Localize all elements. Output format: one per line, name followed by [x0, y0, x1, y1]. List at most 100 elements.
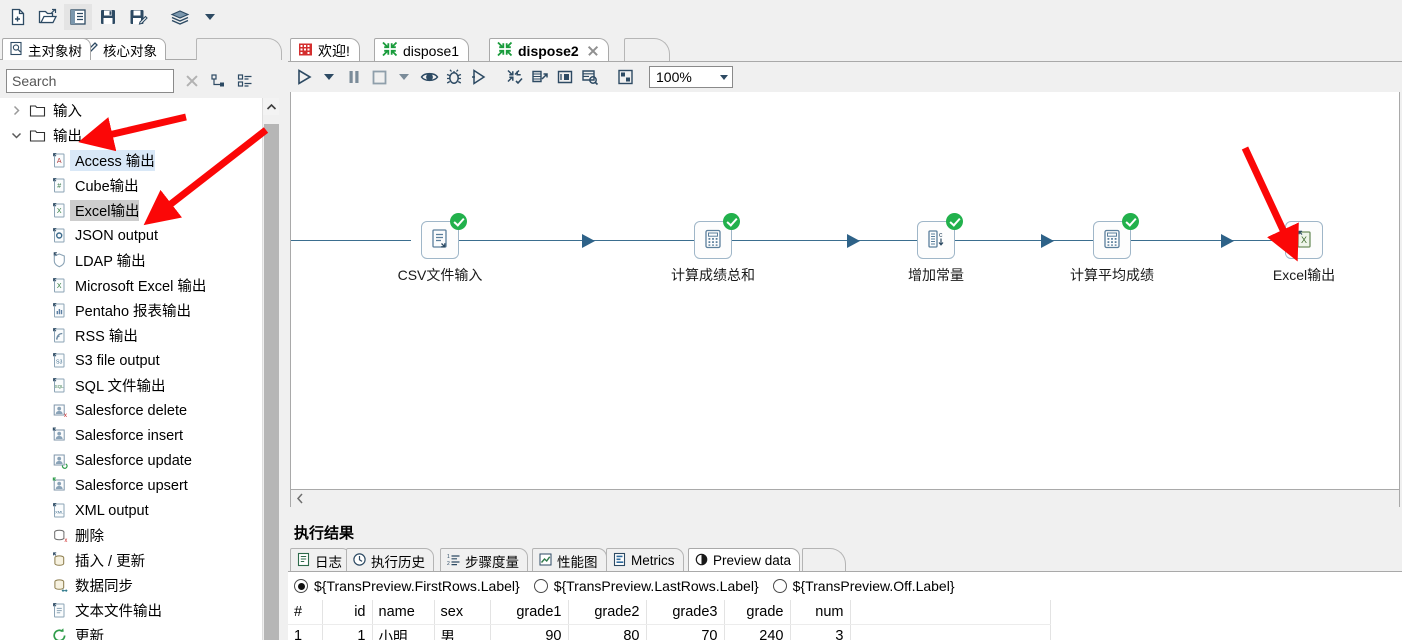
step-node-excel-output[interactable]: X Excel输出 — [1273, 221, 1335, 283]
tree-item-12[interactable]: x Salesforce delete — [0, 398, 262, 423]
step-icon-box[interactable] — [1093, 213, 1139, 259]
preview-data-grid[interactable]: # id name sex grade1 grade2 grade3 grade num 1 1 小明… — [288, 600, 1402, 640]
pause-button[interactable] — [342, 65, 366, 89]
tab-core-objects[interactable]: 核心对象 — [78, 38, 166, 60]
tree-item-20[interactable]: 文本文件输出 — [0, 598, 262, 623]
run-options-button[interactable] — [317, 65, 341, 89]
radio-1[interactable]: ${TransPreview.LastRows.Label} — [533, 578, 759, 594]
expand-tree-icon[interactable] — [206, 69, 232, 93]
column-header-grade[interactable]: grade — [724, 600, 791, 625]
step-node-average-grade[interactable]: 计算平均成绩 — [1070, 213, 1154, 283]
results-tab-4[interactable]: Metrics — [606, 548, 684, 572]
table-row[interactable]: 1 1 小明男 90 80 70 240 3 — [288, 624, 1051, 640]
tree-item-5[interactable]: JSON output — [0, 223, 262, 248]
tab-main-object-tree[interactable]: 主对象树 — [2, 38, 91, 60]
step-icon-box[interactable] — [694, 213, 740, 259]
table-cell[interactable]: 240 — [724, 624, 791, 640]
open-file-button[interactable] — [34, 4, 62, 30]
radio-button-icon[interactable] — [772, 579, 787, 593]
run-button[interactable] — [292, 65, 316, 89]
radio-2[interactable]: ${TransPreview.Off.Label} — [772, 578, 955, 594]
layers-button[interactable] — [166, 4, 194, 30]
column-header-grade1[interactable]: grade1 — [490, 600, 569, 625]
tree-item-18[interactable]: 插入 / 更新 — [0, 548, 262, 573]
collapse-tree-icon[interactable] — [232, 69, 258, 93]
explorer-button[interactable] — [64, 4, 92, 30]
tab-dispose2[interactable]: dispose2 — [489, 38, 609, 62]
radio-button-icon[interactable] — [533, 579, 548, 593]
close-icon[interactable] — [587, 45, 599, 57]
impact-icon[interactable] — [528, 65, 552, 89]
radio-button-icon[interactable] — [294, 579, 308, 593]
clear-x-icon[interactable] — [178, 69, 206, 93]
sql-icon[interactable] — [553, 65, 577, 89]
tree-item-7[interactable]: X Microsoft Excel 输出 — [0, 273, 262, 298]
column-header-#[interactable]: # — [288, 600, 323, 625]
tree-item-21[interactable]: 更新 — [0, 623, 262, 640]
column-header-num[interactable]: num — [790, 600, 851, 625]
new-file-button[interactable] — [4, 4, 32, 30]
column-header-sex[interactable]: sex — [434, 600, 491, 625]
results-tab-3[interactable]: 性能图 — [532, 548, 607, 572]
canvas-horizontal-scrollbar[interactable] — [290, 490, 1400, 507]
step-icon-box[interactable]: X — [1285, 221, 1323, 259]
tree-item-2[interactable]: A Access 输出 — [0, 148, 262, 173]
stop-options-button[interactable] — [392, 65, 416, 89]
save-as-button[interactable] — [124, 4, 152, 30]
step-icon-box[interactable] — [421, 213, 467, 259]
column-header-id[interactable]: id — [322, 600, 373, 625]
chevron-up-icon[interactable] — [263, 98, 280, 115]
chevron-left-icon[interactable] — [291, 490, 308, 507]
column-header-grade3[interactable]: grade3 — [646, 600, 725, 625]
results-tab-1[interactable]: 执行历史 — [346, 548, 434, 572]
results-tab-2[interactable]: 1 2 步骤度量 — [440, 548, 528, 572]
search-doc-icon[interactable] — [578, 65, 602, 89]
tree-item-1[interactable]: 输出 — [0, 123, 262, 148]
tree-item-15[interactable]: Salesforce upsert — [0, 473, 262, 498]
step-node-csv-input[interactable]: CSV文件输入 — [398, 213, 482, 283]
tree-item-17[interactable]: x 删除 — [0, 523, 262, 548]
step-node-sum-grades[interactable]: 计算成绩总和 — [671, 213, 755, 283]
tree-item-16[interactable]: XML XML output — [0, 498, 262, 523]
radio-0[interactable]: ${TransPreview.FirstRows.Label} — [294, 578, 520, 594]
tree-item-8[interactable]: Pentaho 报表输出 — [0, 298, 262, 323]
grid-squares-icon[interactable] — [614, 65, 638, 89]
tree-item-13[interactable]: Salesforce insert — [0, 423, 262, 448]
tree-item-9[interactable]: RSS 输出 — [0, 323, 262, 348]
toolbar-dropdown-button[interactable] — [196, 4, 224, 30]
chevron-right-icon[interactable] — [6, 98, 26, 123]
table-cell[interactable]: 90 — [490, 624, 569, 640]
tab-welcome[interactable]: 欢迎! — [290, 38, 360, 62]
debug-button[interactable] — [442, 65, 466, 89]
tree-item-6[interactable]: LDAP 输出 — [0, 248, 262, 273]
replay-button[interactable] — [467, 65, 491, 89]
scrollbar-thumb[interactable] — [264, 124, 279, 640]
search-input[interactable] — [6, 69, 174, 93]
step-node-add-constant[interactable]: c 增加常量 — [908, 213, 964, 283]
column-header-grade2[interactable]: grade2 — [568, 600, 647, 625]
table-cell[interactable]: 70 — [646, 624, 725, 640]
results-tab-0[interactable]: 日志 — [290, 548, 351, 572]
table-cell[interactable]: 1 — [288, 624, 323, 640]
zoom-select[interactable]: 100% — [649, 66, 733, 88]
tree-item-4[interactable]: X Excel输出 — [0, 198, 262, 223]
results-tab-5[interactable]: Preview data — [688, 548, 801, 572]
check-transform-icon[interactable] — [503, 65, 527, 89]
table-cell[interactable]: 80 — [568, 624, 647, 640]
tree-item-19[interactable]: 数据同步 — [0, 573, 262, 598]
tree-item-3[interactable]: # Cube输出 — [0, 173, 262, 198]
tree-item-0[interactable]: 输入 — [0, 98, 262, 123]
preview-table[interactable]: # id name sex grade1 grade2 grade3 grade num 1 1 小明… — [288, 600, 1051, 640]
column-header-name[interactable]: name — [372, 600, 435, 625]
stop-button[interactable] — [367, 65, 391, 89]
steps-tree[interactable]: 输入 输出 A Access 输出 # Cube输出 X Excel输出 JSON output… — [0, 98, 288, 640]
tree-item-14[interactable]: Salesforce update — [0, 448, 262, 473]
transformation-canvas[interactable]: CSV文件输入 计算成绩总和 c 增加常量 计算平均成绩 X Excel输出 — [290, 92, 1400, 490]
table-cell[interactable]: 男 — [434, 624, 491, 640]
table-cell[interactable]: 小明 — [372, 624, 435, 640]
tree-item-11[interactable]: SQL SQL 文件输出 — [0, 373, 262, 398]
tree-item-10[interactable]: S3 S3 file output — [0, 348, 262, 373]
preview-button[interactable] — [417, 65, 441, 89]
table-cell[interactable]: 3 — [790, 624, 851, 640]
chevron-down-icon[interactable] — [6, 123, 26, 148]
